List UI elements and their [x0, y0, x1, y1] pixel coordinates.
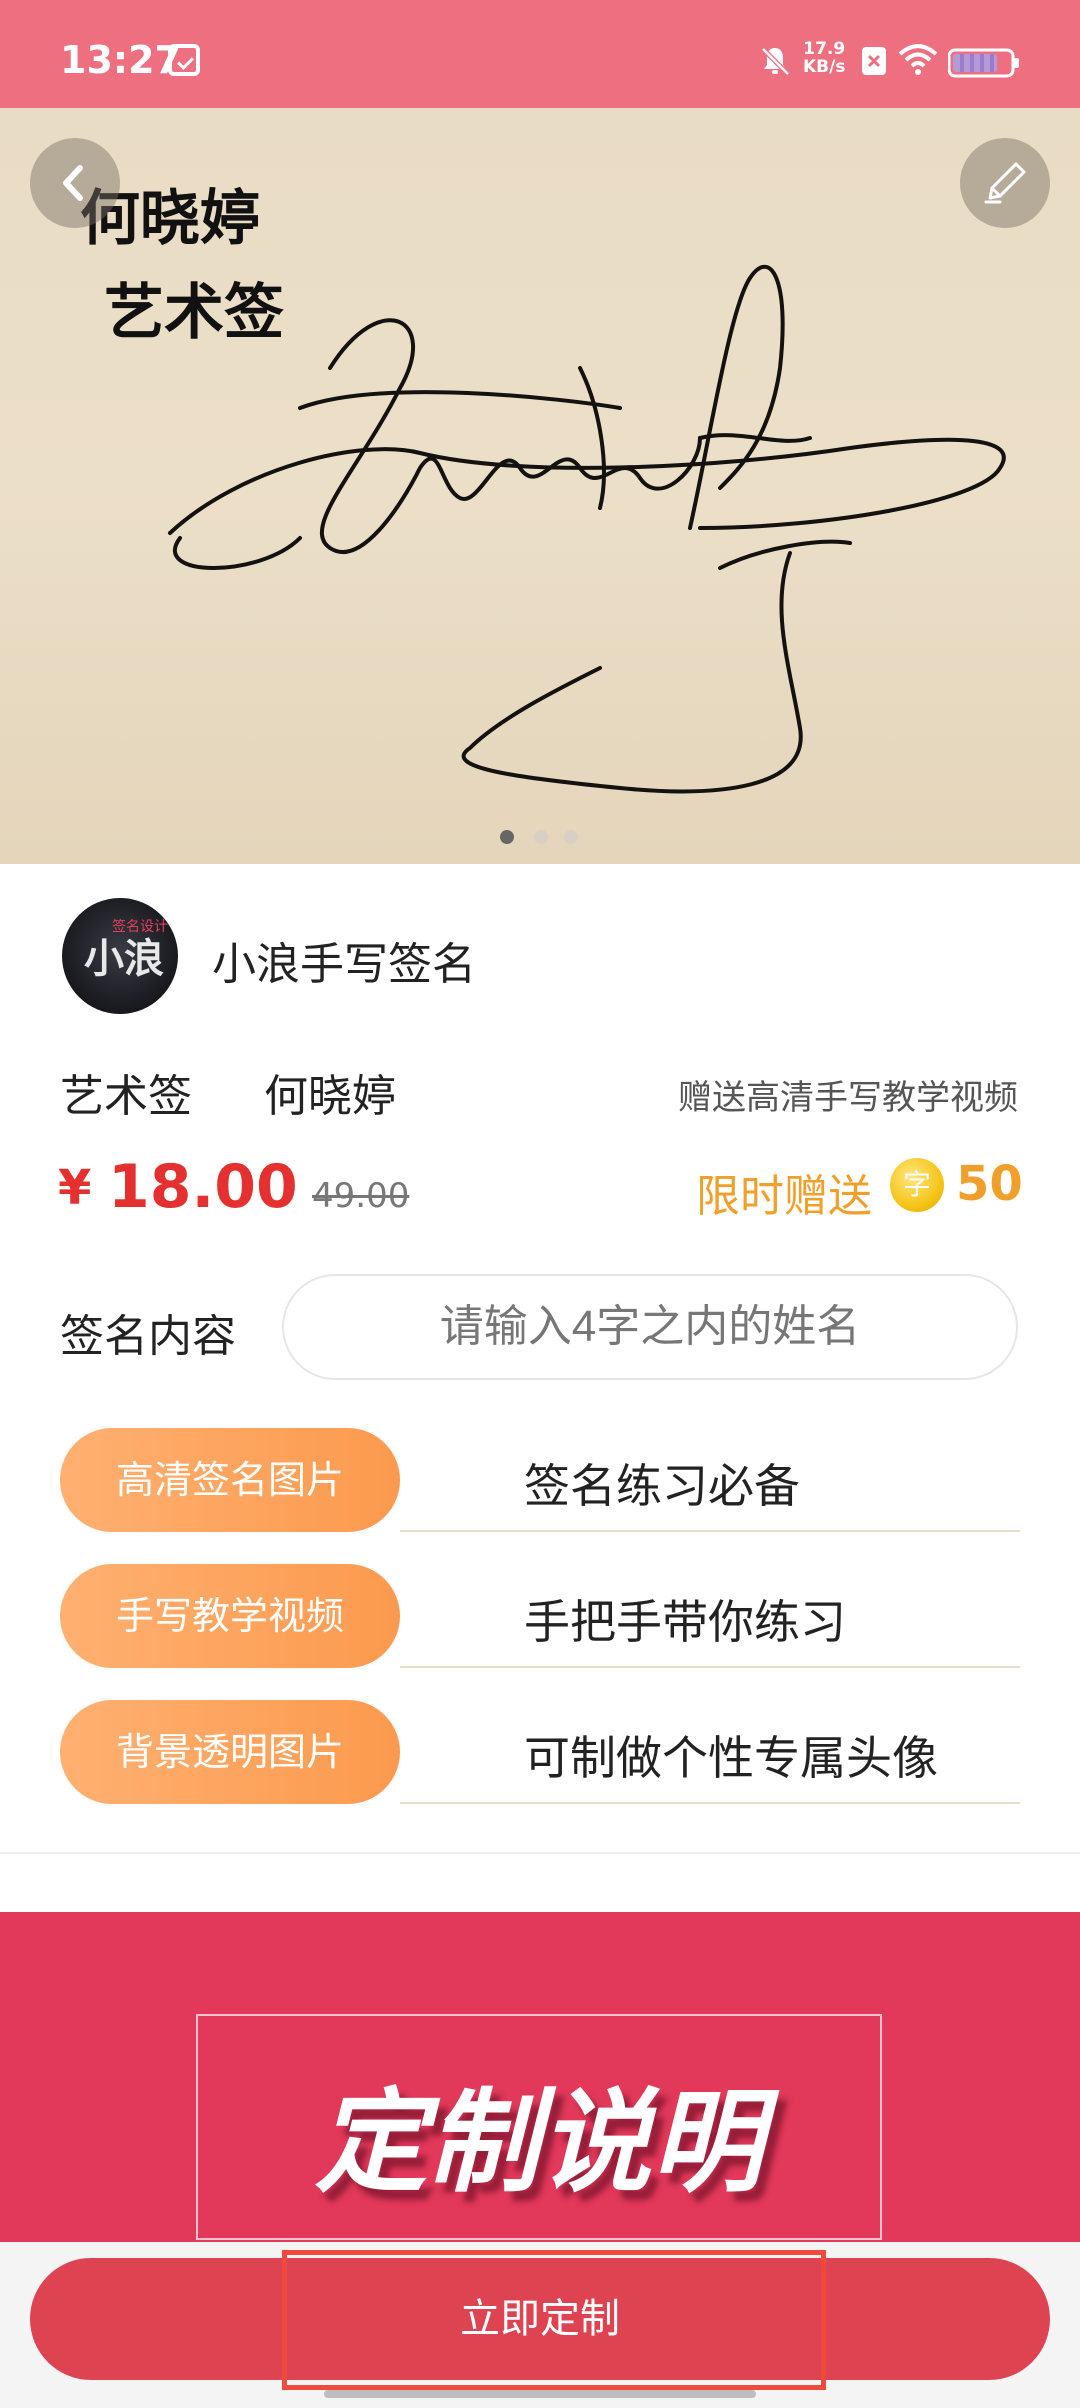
shop-name[interactable]: 小浪手写签名: [212, 928, 476, 992]
gift-text: 赠送高清手写教学视频: [678, 1078, 1018, 1118]
signature-input-label: 签名内容: [60, 1311, 236, 1362]
feature-desc: 签名练习必备: [524, 1459, 800, 1513]
coin-icon: 字: [890, 1158, 944, 1212]
customization-title: 定制说明: [315, 2078, 763, 2208]
price: 18.00: [108, 1152, 298, 1222]
carousel-dot-active[interactable]: [500, 830, 514, 844]
carousel-dot[interactable]: [534, 830, 548, 844]
avatar-subtext: 签名设计: [112, 919, 168, 935]
feature-desc: 可制做个性专属头像: [524, 1731, 938, 1785]
pen-icon: [984, 162, 1026, 204]
back-button[interactable]: [30, 138, 120, 228]
signature-artwork: [168, 264, 1006, 794]
price-symbol: ¥: [58, 1160, 92, 1216]
home-indicator[interactable]: [324, 2390, 756, 2398]
divider: [400, 1802, 1020, 1804]
write-signature-button[interactable]: [960, 138, 1050, 228]
mute-bell-icon: [761, 47, 790, 76]
wifi-icon: [898, 44, 938, 75]
chevron-left-icon: [63, 165, 83, 201]
battery-icon: [948, 48, 1019, 78]
original-price: 49.00: [312, 1176, 410, 1216]
section-divider: [0, 1852, 1080, 1854]
feature-tag: 背景透明图片: [60, 1700, 400, 1804]
net-speed-unit: KB/s: [803, 57, 846, 77]
status-bar: 13:27 17.9 KB/s: [0, 0, 1080, 108]
product-name: 何晓婷: [264, 1071, 396, 1122]
divider: [400, 1666, 1020, 1668]
calendar-icon: [168, 44, 200, 76]
signature-name-input[interactable]: [282, 1274, 1018, 1380]
product-style: 艺术签: [60, 1071, 192, 1122]
carousel-dot[interactable]: [564, 830, 578, 844]
promo-text: 限时赠送: [696, 1171, 872, 1222]
highlight-box: [282, 2250, 826, 2390]
net-speed-value: 17.9: [803, 39, 846, 59]
net-speed: 17.9 KB/s: [803, 40, 845, 76]
feature-tag: 高清签名图片: [60, 1428, 400, 1532]
coin-amount: 50: [956, 1156, 1023, 1212]
shop-avatar[interactable]: 小浪 签名设计: [62, 898, 178, 1014]
divider: [400, 1530, 1020, 1532]
sim-x-icon: [862, 47, 886, 75]
product-image-carousel[interactable]: 何晓婷 艺术签: [0, 108, 1080, 864]
feature-tag: 手写教学视频: [60, 1564, 400, 1668]
feature-desc: 手把手带你练习: [524, 1595, 846, 1649]
status-time: 13:27: [60, 38, 181, 82]
customization-info-banner: 定制说明: [0, 1912, 1080, 2242]
